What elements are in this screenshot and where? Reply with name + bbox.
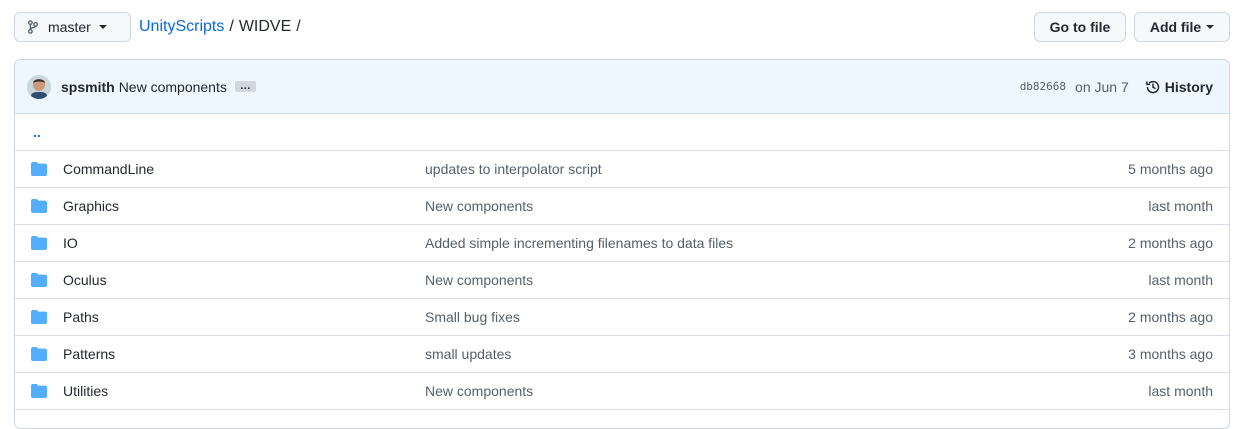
folder-commit-message[interactable]: small updates bbox=[425, 346, 1128, 362]
branch-select-button[interactable]: master bbox=[14, 12, 131, 42]
commit-date: on Jun 7 bbox=[1075, 78, 1129, 95]
folder-commit-message[interactable]: Small bug fixes bbox=[425, 309, 1128, 325]
file-list: CommandLine updates to interpolator scrip… bbox=[15, 151, 1229, 410]
breadcrumb: UnityScripts / WIDVE / bbox=[139, 18, 306, 36]
commit-sha[interactable]: db82668 bbox=[1020, 80, 1066, 93]
file-browser: spsmith New components … db82668 on Jun … bbox=[14, 59, 1230, 429]
folder-commit-age: 2 months ago bbox=[1128, 235, 1213, 251]
folder-icon bbox=[31, 310, 47, 324]
breadcrumb-separator: / bbox=[229, 18, 234, 35]
folder-commit-age: 5 months ago bbox=[1128, 161, 1213, 177]
expand-commit-message-button[interactable]: … bbox=[234, 81, 256, 92]
folder-commit-message[interactable]: Added simple incrementing filenames to d… bbox=[425, 235, 1128, 251]
avatar[interactable] bbox=[27, 74, 51, 99]
folder-name[interactable]: Graphics bbox=[63, 198, 425, 214]
file-row[interactable]: Graphics New components last month bbox=[15, 188, 1229, 225]
folder-icon bbox=[31, 199, 47, 213]
folder-name[interactable]: Paths bbox=[63, 309, 425, 325]
history-label: History bbox=[1164, 78, 1213, 95]
file-navigation: master UnityScripts / WIDVE / Go to file… bbox=[14, 11, 1230, 43]
folder-commit-age: 3 months ago bbox=[1128, 346, 1213, 362]
add-file-label: Add file bbox=[1149, 19, 1202, 35]
folder-commit-message[interactable]: updates to interpolator script bbox=[425, 161, 1128, 177]
file-row[interactable]: CommandLine updates to interpolator scrip… bbox=[15, 151, 1229, 188]
folder-icon bbox=[31, 384, 47, 398]
history-icon bbox=[1145, 80, 1159, 93]
git-branch-icon bbox=[27, 20, 39, 34]
folder-icon bbox=[31, 347, 47, 361]
history-link[interactable]: History bbox=[1145, 79, 1213, 95]
folder-name[interactable]: Utilities bbox=[63, 383, 425, 399]
commit-meta: db82668 on Jun 7 History bbox=[1020, 79, 1213, 95]
file-actions: Go to file Add file bbox=[1034, 12, 1230, 42]
folder-commit-age: last month bbox=[1148, 272, 1213, 288]
breadcrumb-repo-link[interactable]: UnityScripts bbox=[139, 18, 224, 36]
folder-name[interactable]: Oculus bbox=[63, 272, 425, 288]
folder-commit-message[interactable]: New components bbox=[425, 198, 1148, 214]
chevron-down-icon bbox=[98, 25, 107, 29]
go-to-file-button[interactable]: Go to file bbox=[1034, 12, 1126, 42]
breadcrumb-separator: / bbox=[296, 18, 301, 35]
folder-commit-age: last month bbox=[1148, 383, 1213, 399]
folder-commit-message[interactable]: New components bbox=[425, 383, 1148, 399]
commit-message[interactable]: New components bbox=[119, 79, 227, 95]
folder-name[interactable]: CommandLine bbox=[63, 161, 425, 177]
file-row[interactable]: Paths Small bug fixes 2 months ago bbox=[15, 299, 1229, 336]
file-row[interactable]: Utilities New components last month bbox=[15, 373, 1229, 410]
file-row[interactable]: IO Added simple incrementing filenames to… bbox=[15, 225, 1229, 262]
latest-commit-bar: spsmith New components … db82668 on Jun … bbox=[15, 60, 1229, 114]
folder-name[interactable]: IO bbox=[63, 235, 425, 251]
breadcrumb-current-folder: WIDVE bbox=[238, 18, 292, 35]
folder-commit-age: last month bbox=[1148, 198, 1213, 214]
file-row[interactable]: Patterns small updates 3 months ago bbox=[15, 336, 1229, 373]
folder-commit-age: 2 months ago bbox=[1128, 309, 1213, 325]
chevron-down-icon bbox=[1206, 25, 1215, 29]
commit-author[interactable]: spsmith bbox=[61, 79, 115, 95]
file-row[interactable]: Oculus New components last month bbox=[15, 262, 1229, 299]
parent-directory-link[interactable]: .. bbox=[15, 114, 1229, 151]
folder-icon bbox=[31, 273, 47, 287]
folder-icon bbox=[31, 162, 47, 176]
add-file-button[interactable]: Add file bbox=[1134, 12, 1230, 42]
folder-icon bbox=[31, 236, 47, 250]
branch-name: master bbox=[48, 19, 91, 35]
folder-commit-message[interactable]: New components bbox=[425, 272, 1148, 288]
folder-name[interactable]: Patterns bbox=[63, 346, 425, 362]
